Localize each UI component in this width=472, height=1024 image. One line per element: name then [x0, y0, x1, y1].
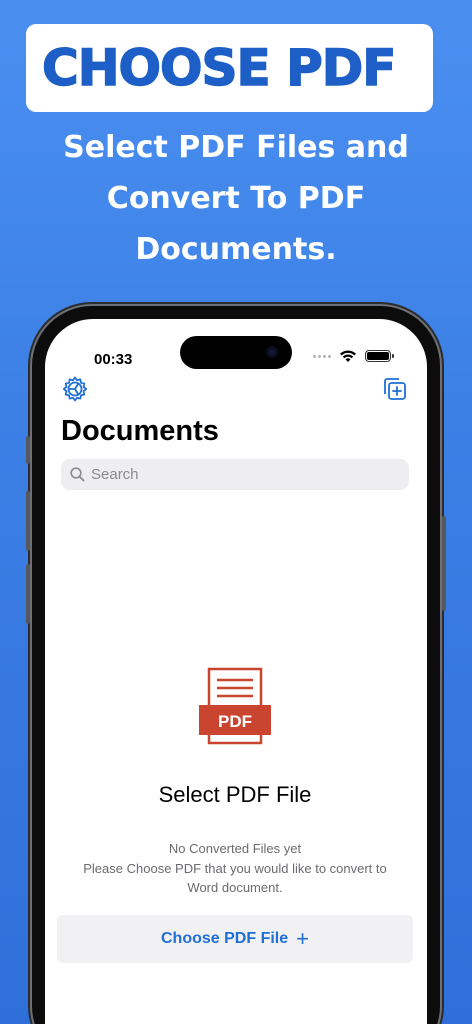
- wifi-icon: [340, 350, 356, 362]
- search-icon: [70, 467, 85, 482]
- status-time: 00:33: [94, 351, 133, 368]
- hint-line: No Converted Files yet: [168, 841, 302, 856]
- headline-banner: CHOOSE PDF: [26, 24, 433, 112]
- settings-button[interactable]: [60, 374, 90, 404]
- subtitle-line: Convert To PDF: [106, 181, 366, 216]
- camera-icon: [266, 346, 278, 358]
- phone-mute-switch: [26, 436, 30, 464]
- plus-icon: +: [296, 926, 309, 951]
- phone-frame: 00:33 Documents Search PDF Select PDF Fi…: [26, 306, 446, 1024]
- settings-icon: [62, 376, 88, 402]
- cellular-signal-icon: [313, 354, 331, 358]
- add-document-icon: [384, 378, 406, 400]
- phone-power-button: [442, 516, 446, 611]
- pdf-file-icon: PDF: [199, 667, 271, 745]
- phone-volume-down: [26, 564, 30, 624]
- add-document-button[interactable]: [379, 374, 409, 404]
- battery-icon: [365, 350, 394, 362]
- search-input[interactable]: [91, 466, 391, 483]
- app-screen: 00:33 Documents Search PDF Select PDF Fi…: [45, 319, 427, 1024]
- empty-state-hint: No Converted Files yet Please Choose PDF…: [45, 839, 425, 898]
- phone-volume-up: [26, 491, 30, 551]
- headline-title: CHOOSE PDF: [41, 39, 397, 97]
- page-title: Documents: [61, 415, 219, 447]
- headline-subtitle: Select PDF Files and Convert To PDF Docu…: [0, 122, 472, 275]
- empty-state-title: Select PDF File: [158, 782, 312, 807]
- choose-pdf-label: Choose PDF File: [161, 930, 289, 947]
- status-indicators: [313, 349, 394, 363]
- subtitle-line: Select PDF Files and: [63, 130, 409, 165]
- hint-line: Word document.: [187, 880, 283, 895]
- hint-line: Please Choose PDF that you would like to…: [83, 860, 387, 876]
- choose-pdf-button[interactable]: Choose PDF File +: [57, 915, 413, 963]
- pdf-icon-label: PDF: [218, 712, 252, 731]
- search-bar[interactable]: [61, 459, 409, 490]
- dynamic-island: [180, 336, 292, 369]
- subtitle-line: Documents.: [135, 232, 337, 267]
